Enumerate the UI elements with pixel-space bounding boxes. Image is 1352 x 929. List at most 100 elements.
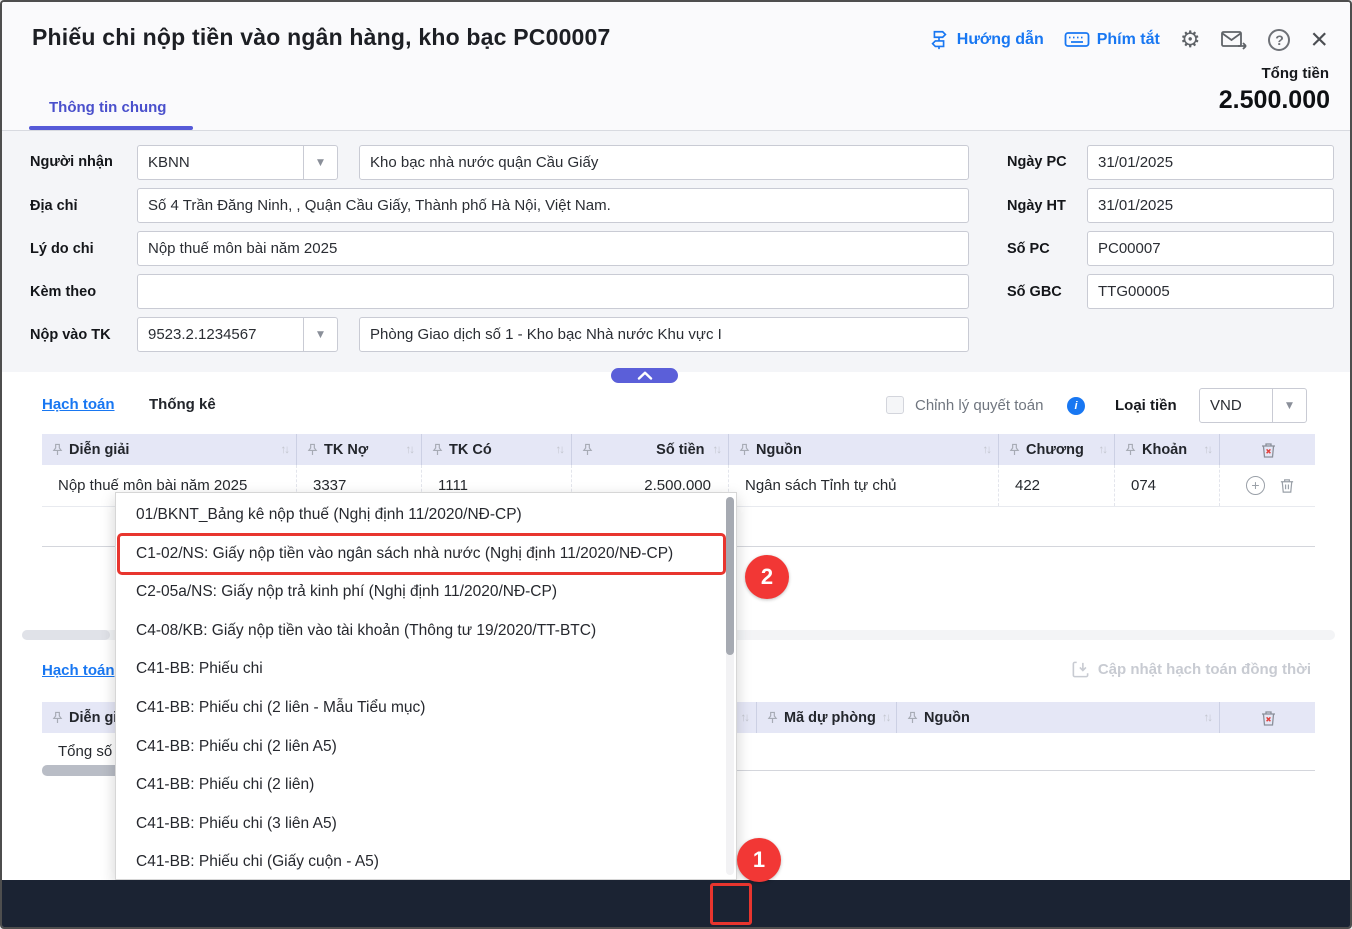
settings-gear-icon[interactable]: ⚙ <box>1180 28 1201 52</box>
cell-chapter[interactable]: 422 <box>999 465 1115 506</box>
deposit-account-name-input[interactable] <box>359 317 969 352</box>
sync-accounting-link: Cập nhật hạch toán đồng thời <box>1071 660 1311 679</box>
gbc-no-input[interactable] <box>1087 274 1334 309</box>
posting-date-label: Ngày HT <box>1007 198 1066 214</box>
pin-icon[interactable] <box>767 711 778 724</box>
print-menu-item[interactable]: C41-BB: Phiếu chi <box>119 650 724 689</box>
chevron-down-icon[interactable]: ▼ <box>303 146 337 179</box>
print-menu-item[interactable]: C41-BB: Phiếu chi (2 liên - Mẫu Tiểu mục… <box>119 689 724 728</box>
shortcuts-link[interactable]: Phím tắt <box>1064 30 1160 50</box>
print-menu-item[interactable]: C41-BB: Phiếu chi (Giấy cuộn - A5) <box>119 843 724 882</box>
help-link[interactable]: Hướng dẫn <box>928 29 1044 51</box>
sort-icon[interactable]: ↑↓ <box>281 444 290 456</box>
print-menu-item[interactable]: 01/BKNT_Bảng kê nộp thuế (Nghị định 11/2… <box>119 496 724 535</box>
info-icon[interactable]: i <box>1067 397 1085 415</box>
pin-icon[interactable] <box>52 711 63 724</box>
cell-actions: + <box>1220 465 1315 506</box>
col-actions-2[interactable] <box>1220 702 1315 733</box>
tab-general-info[interactable]: Thông tin chung <box>49 99 166 116</box>
col-amount[interactable]: Số tiền ↑↓ <box>572 434 729 465</box>
voucher-window: Phiếu chi nộp tiền vào ngân hàng, kho bạ… <box>0 0 1352 929</box>
settlement-adjust-checkbox[interactable] <box>886 396 904 414</box>
help-question-icon[interactable]: ? <box>1268 29 1291 51</box>
sort-icon[interactable]: ↑↓ <box>882 712 891 724</box>
pin-icon[interactable] <box>907 711 918 724</box>
pin-icon[interactable] <box>432 443 443 456</box>
currency-combo[interactable]: ▼ <box>1199 388 1307 423</box>
chevron-down-icon[interactable]: ▼ <box>1272 389 1306 422</box>
sort-icon[interactable]: ↑↓ <box>983 444 992 456</box>
col-source[interactable]: Nguồn ↑↓ <box>729 434 999 465</box>
col-item[interactable]: Khoản ↑↓ <box>1115 434 1220 465</box>
col-credit[interactable]: TK Có ↑↓ <box>422 434 572 465</box>
delete-all-icon[interactable] <box>1260 441 1277 459</box>
feedback-mail-icon[interactable] <box>1220 28 1248 52</box>
col-description[interactable]: Diễn giải ↑↓ <box>42 434 297 465</box>
collapse-form-button[interactable] <box>611 368 678 383</box>
total-amount-label: Tổng tiền <box>1261 65 1330 82</box>
pin-icon[interactable] <box>739 443 750 456</box>
currency-label: Loại tiền <box>1115 397 1177 414</box>
sort-icon[interactable]: ↑↓ <box>406 444 415 456</box>
recipient-code-input[interactable] <box>138 146 303 179</box>
pin-icon[interactable] <box>52 443 63 456</box>
attachment-label: Kèm theo <box>30 284 97 300</box>
address-label: Địa chỉ <box>30 198 78 214</box>
pin-icon[interactable] <box>307 443 318 456</box>
print-menu-item[interactable]: C41-BB: Phiếu chi (3 liên A5) <box>119 805 724 844</box>
deposit-account-combo[interactable]: ▼ <box>137 317 338 352</box>
currency-input[interactable] <box>1200 389 1272 422</box>
print-menu-item[interactable]: C4-08/KB: Giấy nộp tiền vào tài khoản (T… <box>119 612 724 651</box>
sort-icon[interactable]: ↑↓ <box>556 444 565 456</box>
tab-statistics[interactable]: Thống kê <box>149 396 216 413</box>
close-icon[interactable]: × <box>1310 25 1328 55</box>
sort-icon[interactable]: ↑↓ <box>713 444 722 456</box>
deposit-account-label: Nộp vào TK <box>30 327 111 343</box>
col-source-2[interactable]: Nguồn ↑↓ <box>897 702 1220 733</box>
reason-input[interactable] <box>137 231 969 266</box>
pin-icon[interactable] <box>1125 443 1136 456</box>
sort-icon[interactable]: ↑↓ <box>1204 444 1213 456</box>
pin-icon[interactable] <box>1009 443 1020 456</box>
add-row-icon[interactable]: + <box>1246 476 1265 495</box>
sort-icon[interactable]: ↑↓ <box>1204 712 1213 724</box>
print-menu-item[interactable]: C2-05a/NS: Giấy nộp trả kinh phí (Nghị đ… <box>119 573 724 612</box>
delete-row-icon[interactable] <box>1279 477 1295 494</box>
posting-date-input[interactable] <box>1087 188 1334 223</box>
address-input[interactable] <box>137 188 969 223</box>
cell-empty <box>897 733 1220 770</box>
col-reserve-code[interactable]: Mã dự phòng ↑↓ <box>757 702 897 733</box>
menu-scrollbar[interactable] <box>726 497 734 875</box>
gbc-no-label: Số GBC <box>1007 284 1062 300</box>
cell-source[interactable]: Ngân sách Tỉnh tự chủ <box>729 465 999 506</box>
attachment-input[interactable] <box>137 274 969 309</box>
col-actions[interactable] <box>1220 434 1315 465</box>
scrollbar-thumb[interactable] <box>22 630 110 640</box>
print-menu-item[interactable]: C41-BB: Phiếu chi (2 liên A5) <box>119 728 724 767</box>
sort-icon[interactable]: ↑↓ <box>1099 444 1108 456</box>
delete-all-icon[interactable] <box>1260 709 1277 727</box>
cell-empty <box>1220 733 1315 770</box>
voucher-date-input[interactable] <box>1087 145 1334 180</box>
tab-accounting-2[interactable]: Hạch toán <box>42 662 115 679</box>
deposit-account-input[interactable] <box>138 318 303 351</box>
print-menu-item-highlighted[interactable]: C1-02/NS: Giấy nộp tiền vào ngân sách nh… <box>117 532 726 576</box>
settlement-adjust-label: Chỉnh lý quyết toán <box>915 397 1044 414</box>
tab-accounting[interactable]: Hạch toán <box>42 396 115 413</box>
voucher-no-input[interactable] <box>1087 231 1334 266</box>
pin-icon[interactable] <box>582 443 593 456</box>
scrollbar-thumb[interactable] <box>726 497 734 655</box>
cell-item[interactable]: 074 <box>1115 465 1220 506</box>
chevron-up-icon <box>637 371 652 380</box>
top-actions: Hướng dẫn Phím tắt ⚙ ? × <box>928 25 1328 55</box>
print-menu-item[interactable]: C41-BB: Phiếu chi (2 liên) <box>119 766 724 805</box>
voucher-form: Người nhận ▼ Địa chỉ Lý do chi Kèm theo … <box>2 131 1350 372</box>
voucher-no-label: Số PC <box>1007 241 1050 257</box>
col-chapter[interactable]: Chương ↑↓ <box>999 434 1115 465</box>
recipient-code-combo[interactable]: ▼ <box>137 145 338 180</box>
sort-icon[interactable]: ↑↓ <box>741 712 750 724</box>
col-debit[interactable]: TK Nợ ↑↓ <box>297 434 422 465</box>
chevron-down-icon[interactable]: ▼ <box>303 318 337 351</box>
recipient-name-input[interactable] <box>359 145 969 180</box>
annotation-step-2: 2 <box>745 555 789 599</box>
